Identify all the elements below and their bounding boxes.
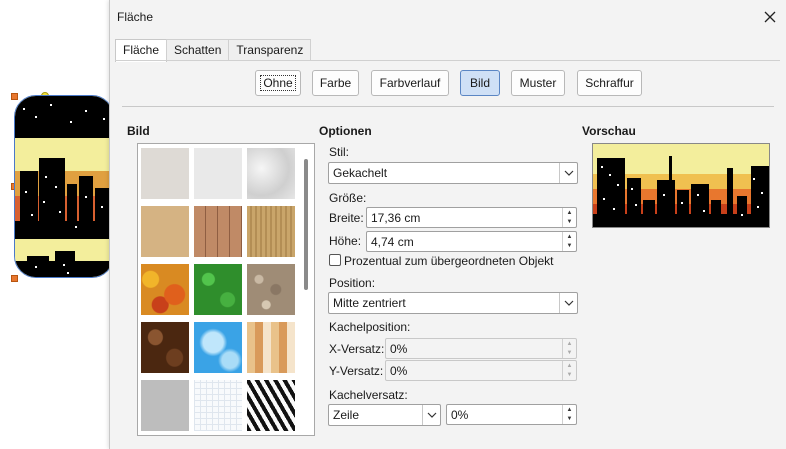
dialog-titlebar: Fläche (110, 0, 786, 33)
thumb-zebra[interactable] (247, 380, 295, 431)
position-dropdown[interactable]: Mitte zentriert (328, 292, 578, 314)
fill-gradient-button[interactable]: Farbverlauf (371, 70, 449, 96)
tab-transparenz[interactable]: Transparenz (228, 39, 312, 61)
stil-dropdown[interactable]: Gekachelt (328, 162, 578, 184)
tab-flaeche[interactable]: Fläche (115, 39, 168, 62)
thumb-autumn-leaves[interactable] (141, 264, 189, 315)
thumb-straw[interactable] (247, 206, 295, 257)
dialog-title: Fläche (117, 10, 154, 24)
thumb-grass[interactable] (194, 264, 242, 315)
spin-down-icon[interactable]: ▼ (563, 415, 576, 425)
chevron-down-icon (559, 163, 577, 183)
breite-value: 17,36 cm (371, 211, 421, 225)
close-icon (764, 11, 776, 23)
chevron-down-icon (559, 293, 577, 313)
close-button[interactable] (759, 6, 781, 28)
breite-label: Breite: (329, 211, 364, 225)
kachelversatz-label: Kachelversatz: (329, 388, 408, 402)
fill-bitmap-button[interactable]: Bild (460, 70, 500, 96)
bitmap-gallery[interactable] (137, 143, 315, 436)
section-separator (122, 106, 774, 107)
kachelversatz-mode-value: Zeile (333, 408, 360, 422)
y-versatz-value: 0% (390, 364, 408, 378)
prozentual-label[interactable]: Prozentual zum übergeordneten Objekt (344, 254, 553, 268)
thumb-grid-paper[interactable] (194, 380, 242, 431)
thumb-pebbles[interactable] (247, 264, 295, 315)
fill-hatch-button[interactable]: Schraffur (577, 70, 642, 96)
thumb-coffee-beans[interactable] (141, 322, 189, 373)
x-versatz-label: X-Versatz: (329, 342, 385, 356)
selection-handle-bottom-left[interactable] (11, 275, 18, 282)
spin-up-icon[interactable]: ▲ (563, 361, 576, 371)
thumb-concrete[interactable] (141, 380, 189, 431)
hoehe-field[interactable]: 4,74 cm ▲ ▼ (366, 231, 577, 252)
kachelposition-label: Kachelposition: (329, 320, 411, 334)
fill-none-button[interactable]: Ohne (255, 70, 301, 96)
spin-down-icon[interactable]: ▼ (563, 349, 576, 359)
thumb-paper-texture-1[interactable] (141, 148, 189, 199)
x-versatz-field[interactable]: 0% ▲ ▼ (385, 338, 577, 359)
preview-image (592, 143, 770, 228)
x-versatz-value: 0% (390, 342, 408, 356)
fill-pattern-label: Muster (519, 76, 557, 90)
kachelversatz-field[interactable]: 0% ▲ ▼ (446, 404, 577, 425)
hoehe-value: 4,74 cm (371, 235, 414, 249)
thumb-cardboard[interactable] (141, 206, 189, 257)
kachelversatz-value: 0% (451, 408, 469, 422)
position-label: Position: (329, 276, 376, 290)
spin-up-icon[interactable]: ▲ (563, 405, 576, 415)
optionen-heading: Optionen (319, 124, 372, 138)
thumb-color-mosaic[interactable] (247, 322, 295, 373)
spin-up-icon[interactable]: ▲ (563, 339, 576, 349)
tab-divider (115, 60, 780, 61)
selection-handle-top-left[interactable] (11, 93, 18, 100)
chevron-down-icon (422, 405, 440, 425)
fill-color-label: Farbe (319, 76, 352, 90)
fill-pattern-button[interactable]: Muster (511, 70, 565, 96)
fill-none-label: Ohne (260, 75, 296, 91)
hoehe-label: Höhe: (329, 234, 362, 248)
y-versatz-label: Y-Versatz: (329, 364, 384, 378)
fill-gradient-label: Farbverlauf (379, 76, 441, 90)
gallery-scrollbar[interactable] (304, 159, 308, 290)
selected-shape[interactable] (14, 95, 114, 278)
spin-down-icon[interactable]: ▼ (563, 218, 576, 228)
tab-schatten[interactable]: Schatten (166, 39, 230, 61)
prozentual-checkbox[interactable] (329, 254, 341, 266)
thumb-crumpled-paper[interactable] (247, 148, 295, 199)
stil-label: Stil: (329, 145, 350, 159)
fill-bitmap-label: Bild (469, 76, 490, 90)
fill-hatch-label: Schraffur (585, 76, 634, 90)
vorschau-heading: Vorschau (582, 124, 636, 138)
bild-heading: Bild (127, 124, 150, 138)
thumb-paper-texture-2[interactable] (194, 148, 242, 199)
spin-up-icon[interactable]: ▲ (563, 208, 576, 218)
city-skyline-fill (15, 96, 113, 277)
tab-bar: Fläche Schatten Transparenz (115, 39, 312, 62)
spin-down-icon[interactable]: ▼ (563, 371, 576, 381)
thumb-sky-clouds[interactable] (194, 322, 242, 373)
position-value: Mitte zentriert (333, 296, 406, 310)
stil-value: Gekachelt (333, 166, 388, 180)
groesse-label: Größe: (329, 191, 367, 205)
y-versatz-field[interactable]: 0% ▲ ▼ (385, 360, 577, 381)
preview-skyline (593, 144, 769, 227)
spin-down-icon[interactable]: ▼ (563, 242, 576, 252)
area-dialog: Fläche Fläche Schatten Transparenz Ohne … (109, 0, 786, 449)
kachelversatz-mode-dropdown[interactable]: Zeile (328, 404, 441, 426)
thumb-wood-planks[interactable] (194, 206, 242, 257)
breite-field[interactable]: 17,36 cm ▲ ▼ (366, 207, 577, 228)
spin-up-icon[interactable]: ▲ (563, 232, 576, 242)
fill-color-button[interactable]: Farbe (312, 70, 359, 96)
